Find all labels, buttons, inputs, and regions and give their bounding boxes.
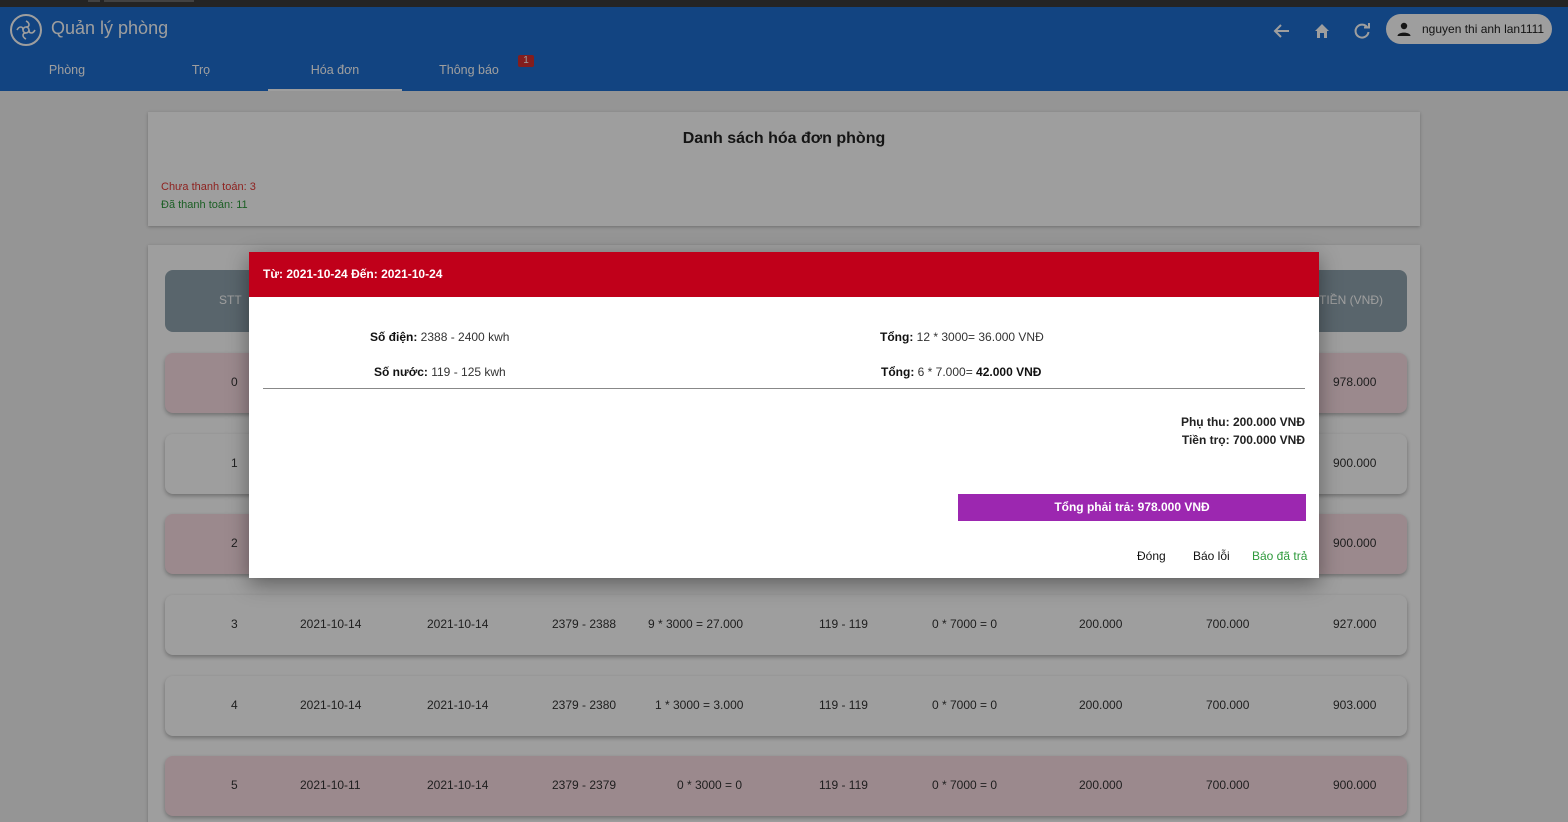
electricity-value: 2388 - 2400 kwh bbox=[417, 330, 510, 344]
total-due-bar: Tổng phải trả: 978.000 VNĐ bbox=[958, 494, 1306, 521]
electricity-total-label: Tổng: bbox=[880, 330, 914, 344]
water-total-value: 6 * 7.000= bbox=[914, 365, 977, 379]
water-value: 119 - 125 kwh bbox=[427, 365, 506, 379]
close-button[interactable]: Đóng bbox=[1137, 549, 1166, 563]
report-error-button[interactable]: Báo lỗi bbox=[1193, 549, 1230, 563]
rent-line: Tiền trọ: 700.000 VNĐ bbox=[1181, 433, 1305, 447]
electricity-total: Tổng: 12 * 3000= 36.000 VNĐ bbox=[880, 330, 1044, 344]
report-paid-button[interactable]: Báo đã trả bbox=[1252, 549, 1307, 563]
dialog-divider bbox=[263, 388, 1305, 389]
dialog-date-range: Từ: 2021-10-24 Đến: 2021-10-24 bbox=[263, 267, 443, 281]
electricity-total-value: 12 * 3000= 36.000 VNĐ bbox=[913, 330, 1044, 344]
surcharge-line: Phụ thu: 200.000 VNĐ bbox=[1180, 415, 1305, 429]
water-reading: Số nước: 119 - 125 kwh bbox=[374, 365, 506, 379]
water-total: Tổng: 6 * 7.000= 42.000 VNĐ bbox=[881, 365, 1041, 379]
water-total-amount: 42.000 VNĐ bbox=[976, 365, 1042, 379]
electricity-reading: Số điện: 2388 - 2400 kwh bbox=[370, 330, 509, 344]
electricity-label: Số điện: bbox=[370, 330, 418, 344]
water-label: Số nước: bbox=[374, 365, 428, 379]
invoice-detail-dialog: Từ: 2021-10-24 Đến: 2021-10-24 Số điện: … bbox=[249, 252, 1319, 578]
dialog-header: Từ: 2021-10-24 Đến: 2021-10-24 bbox=[249, 252, 1319, 297]
water-total-label: Tổng: bbox=[881, 365, 915, 379]
